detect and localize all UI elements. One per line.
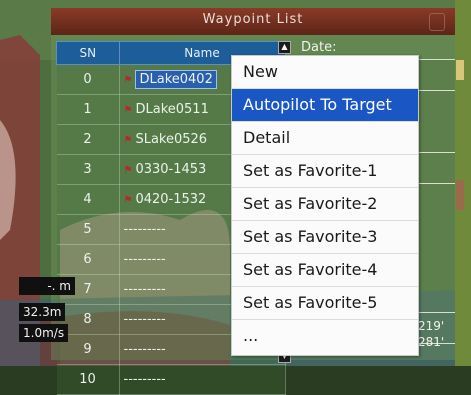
waypoint-sn: 3 [56, 154, 120, 185]
waypoint-sn: 2 [56, 124, 120, 155]
waypoint-sn: 0 [56, 64, 120, 95]
flag-icon: ⚑ [123, 105, 133, 116]
waypoint-sn: 6 [56, 244, 120, 275]
waypoint-name: --------- [123, 222, 166, 237]
waypoint-sn: 1 [56, 94, 120, 125]
speed-readout: 1.0m/s [19, 324, 69, 342]
menu-item-5[interactable]: Set as Favorite-2 [232, 188, 418, 221]
right-scale-value-1: 219' [418, 319, 445, 333]
menu-item-4[interactable]: Set as Favorite-1 [232, 155, 418, 188]
waypoint-name: SLake0526 [135, 132, 208, 147]
waypoint-sn: 10 [56, 364, 120, 395]
flag-icon: ⚑ [123, 135, 133, 146]
title-corner-icon [429, 13, 445, 31]
waypoint-name: 0420-1532 [135, 192, 207, 207]
menu-item-2[interactable]: Autopilot To Target [232, 89, 418, 122]
menu-item-7[interactable]: Set as Favorite-4 [232, 254, 418, 287]
date-label: Date: [301, 40, 337, 55]
depth-value-readout: 32.3m [19, 303, 66, 321]
title-bar: Waypoint List [51, 8, 455, 35]
waypoint-name: DLake0511 [135, 102, 209, 117]
right-scale-value-2: 281' [418, 335, 445, 349]
waypoint-sn: 5 [56, 214, 120, 245]
table-row[interactable]: 10 --------- [56, 364, 286, 395]
flag-icon: ⚑ [123, 195, 133, 206]
waypoint-name-cell[interactable]: --------- [119, 364, 286, 395]
waypoint-name: --------- [123, 342, 166, 357]
flag-icon: ⚑ [123, 165, 133, 176]
waypoint-name: --------- [123, 312, 166, 327]
menu-item-9[interactable]: ... [232, 320, 418, 355]
depth-readout: -. m [19, 277, 75, 295]
detail-frame-2 [414, 152, 455, 184]
scroll-up-icon[interactable]: ▲ [278, 41, 291, 54]
menu-item-3[interactable]: Detail [232, 122, 418, 155]
waypoint-name: DLake0402 [135, 70, 217, 89]
waypoint-name: --------- [123, 252, 166, 267]
column-header-sn[interactable]: SN [56, 41, 120, 65]
window-title: Waypoint List [202, 12, 304, 27]
flag-icon: ⚑ [123, 75, 133, 86]
detail-frame-1 [414, 59, 455, 91]
waypoint-name: --------- [123, 282, 166, 297]
waypoint-name: --------- [123, 372, 166, 387]
menu-item-1[interactable]: New [232, 56, 418, 89]
waypoint-name: 0330-1453 [135, 162, 207, 177]
waypoint-sn: 4 [56, 184, 120, 215]
menu-item-6[interactable]: Set as Favorite-3 [232, 221, 418, 254]
menu-item-8[interactable]: Set as Favorite-5 [232, 287, 418, 320]
context-menu: New Autopilot To Target Detail Set as Favor… [231, 55, 419, 356]
